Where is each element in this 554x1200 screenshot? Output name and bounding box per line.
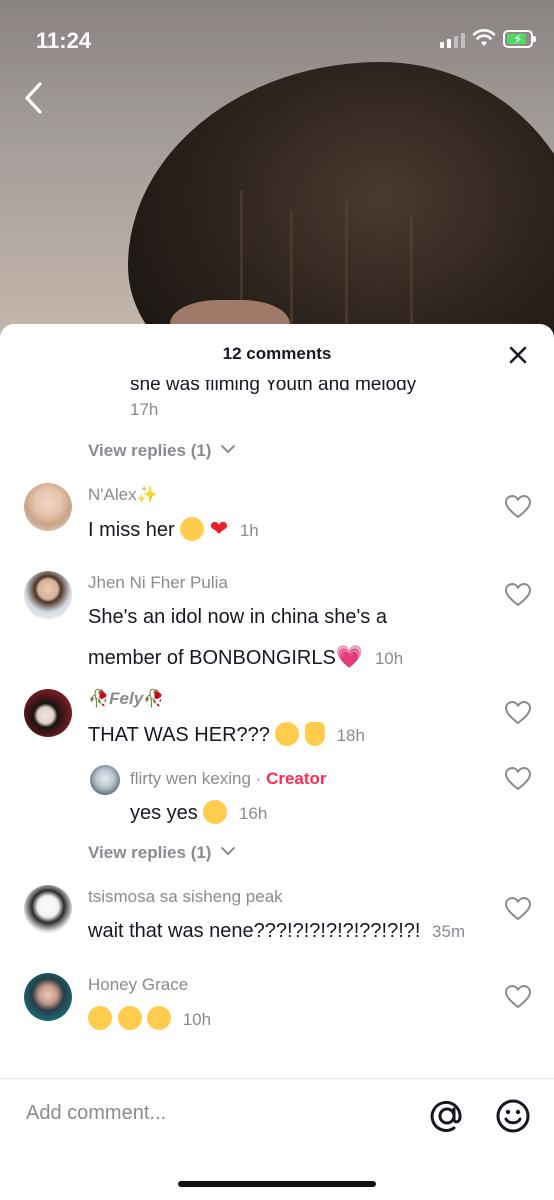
avatar[interactable]: [24, 689, 72, 737]
comment-body: I miss her: [88, 519, 175, 541]
like-heart-icon[interactable]: [504, 700, 532, 726]
reply-time: 16h: [238, 804, 268, 823]
comment-username-row[interactable]: 🥀Fely🥀: [88, 689, 164, 709]
comment-username[interactable]: Honey Grace: [88, 975, 188, 995]
red-heart-emoji-icon: ❤: [209, 516, 229, 541]
view-replies-label: View replies (1): [88, 441, 212, 460]
view-replies-button[interactable]: View replies (1): [88, 843, 236, 863]
back-button[interactable]: [18, 78, 54, 118]
add-comment-input[interactable]: Add comment...: [26, 1102, 166, 1125]
avatar[interactable]: [24, 973, 72, 1021]
comment-text: I miss her ❤ 1h: [88, 516, 259, 544]
comment-username[interactable]: tsismosa sa sisheng peak: [88, 887, 283, 907]
comment-username: Fely: [109, 689, 144, 708]
comment-time: 10h: [374, 649, 404, 668]
comment-username[interactable]: Jhen Ni Fher Pulia: [88, 573, 228, 593]
comment-body: member of BONBONGIRLS: [88, 647, 336, 669]
smiling-face-with-hearts-emoji-icon: [117, 1006, 142, 1030]
comment-input-bar: Add comment...: [0, 1078, 554, 1200]
like-heart-icon[interactable]: [504, 896, 532, 922]
sheet-header: 12 comments: [0, 324, 554, 380]
comment-text-line2: member of BONBONGIRLS💗 10h: [88, 644, 403, 672]
comments-count-title: 12 comments: [222, 344, 332, 363]
comment-time: 10h: [182, 1010, 212, 1029]
comments-sheet: 12 comments she was filming Youth and me…: [0, 324, 554, 1200]
reply-text: yes yes 16h: [130, 800, 267, 827]
grinning-face-emoji-icon: [275, 722, 300, 746]
comment-time: 1h: [239, 521, 259, 540]
comment-body: THAT WAS HER???: [88, 724, 270, 746]
like-heart-icon[interactable]: [504, 494, 532, 520]
growing-heart-emoji-icon: 💗: [335, 644, 364, 669]
comment-text: THAT WAS HER??? 18h: [88, 722, 365, 749]
view-replies-button[interactable]: View replies (1): [88, 441, 236, 461]
reply-username-row[interactable]: flirty wen kexing · Creator: [130, 769, 327, 789]
like-heart-icon[interactable]: [504, 984, 532, 1010]
comment-username[interactable]: N'Alex✨: [88, 485, 158, 505]
separator-dot: ·: [255, 769, 262, 788]
creator-badge: Creator: [266, 769, 327, 788]
reply-username: flirty wen kexing: [130, 769, 251, 788]
comment-time: 18h: [336, 726, 365, 745]
emoji-picker-icon[interactable]: [494, 1097, 532, 1135]
like-heart-icon[interactable]: [504, 582, 532, 608]
partial-comment-text: she was filming Youth and melody: [130, 380, 417, 395]
battery-icon: ⚡: [503, 30, 536, 48]
chevron-down-icon: [221, 847, 236, 856]
rose-emoji-icon: 🥀: [143, 689, 165, 708]
comment-body: wait that was nene???!?!?!?!?!??!?!?!: [88, 920, 421, 942]
chevron-down-icon: [221, 445, 236, 454]
comment-time: 35m: [432, 922, 466, 941]
home-indicator[interactable]: [178, 1181, 376, 1187]
partial-comment-time: 17h: [130, 400, 159, 419]
avatar[interactable]: [24, 885, 72, 933]
view-replies-label: View replies (1): [88, 843, 212, 862]
avatar[interactable]: [24, 571, 72, 619]
close-button[interactable]: [505, 342, 531, 368]
mention-at-icon[interactable]: [428, 1097, 466, 1135]
raised-hand-emoji-icon: [305, 722, 326, 746]
avatar[interactable]: [24, 483, 72, 531]
comments-list[interactable]: she was filming Youth and melody 17h Vie…: [0, 380, 554, 1076]
hair-strand: [345, 200, 348, 340]
comment-text: 10h: [88, 1006, 211, 1033]
crying-face-emoji-icon: [180, 517, 205, 541]
smiling-face-with-hearts-emoji-icon: [88, 1006, 112, 1030]
like-heart-icon[interactable]: [504, 766, 532, 792]
wifi-icon: [472, 29, 496, 46]
reply-body: yes yes: [130, 802, 198, 824]
rose-emoji-icon: 🥀: [88, 689, 110, 708]
comment-text-line1: She's an idol now in china she's a: [88, 606, 387, 628]
status-time: 11:24: [36, 28, 92, 53]
reply-avatar[interactable]: [90, 765, 120, 795]
comment-text: wait that was nene???!?!?!?!?!??!?!?! 35…: [88, 918, 465, 945]
status-bar: 11:24 ⚡: [0, 0, 554, 80]
smiling-face-emoji-icon: [203, 800, 228, 824]
cellular-signal-icon: [440, 32, 465, 48]
smiling-face-with-hearts-emoji-icon: [147, 1006, 172, 1030]
